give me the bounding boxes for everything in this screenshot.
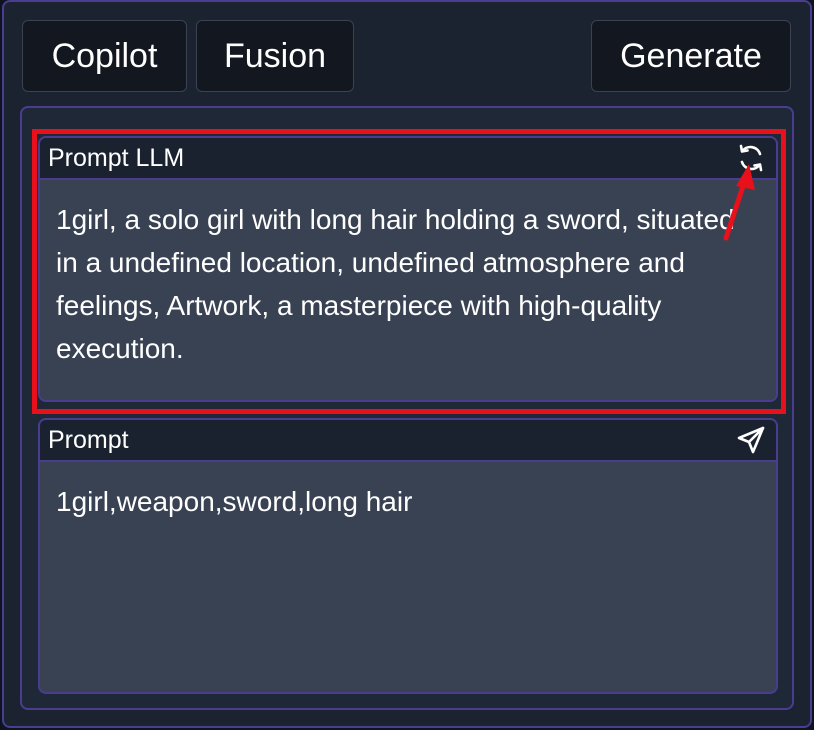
fusion-button[interactable]: Fusion [196, 20, 354, 92]
copilot-button[interactable]: Copilot [22, 20, 187, 92]
prompt-field: Prompt 1girl,weapon,sword,long hair [38, 418, 778, 694]
prompt-llm-header: Prompt LLM [40, 138, 776, 180]
prompt-llm-field: Prompt LLM 1girl, a solo girl with long … [38, 136, 778, 402]
generate-button[interactable]: Generate [591, 20, 791, 92]
refresh-icon[interactable] [734, 141, 768, 175]
prompt-label: Prompt [48, 425, 129, 454]
prompt-header: Prompt [40, 420, 776, 462]
send-icon[interactable] [734, 423, 768, 457]
prompt-llm-textarea[interactable]: 1girl, a solo girl with long hair holdin… [40, 180, 776, 370]
prompt-llm-label: Prompt LLM [48, 143, 185, 172]
prompt-textarea[interactable]: 1girl,weapon,sword,long hair [40, 462, 776, 523]
prompt-panel: Prompt LLM 1girl, a solo girl with long … [20, 106, 794, 710]
